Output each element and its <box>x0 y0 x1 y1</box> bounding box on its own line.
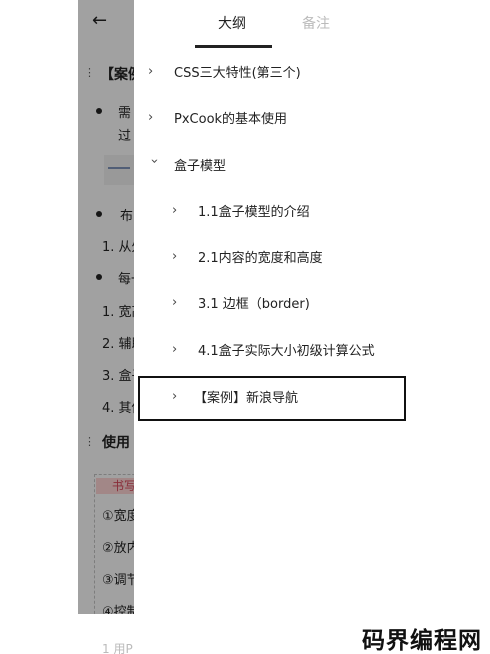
outline-item[interactable]: › 4.1盒子实际大小初级计算公式 <box>172 338 375 360</box>
chevron-right-icon: › <box>148 63 154 79</box>
outline-item-label: 2.1内容的宽度和高度 <box>198 250 323 266</box>
outline-item[interactable]: › 2.1内容的宽度和高度 <box>172 245 323 267</box>
outline-item-label: 盒子模型 <box>174 158 227 174</box>
outline-item-label: PxCook的基本使用 <box>174 111 288 127</box>
chevron-right-icon: › <box>148 109 154 125</box>
chevron-right-icon: › <box>172 202 178 218</box>
tab-notes[interactable]: 备注 <box>302 13 330 33</box>
outline-item-label: CSS三大特性(第三个) <box>174 65 301 81</box>
outline-item-label: 4.1盒子实际大小初级计算公式 <box>198 343 375 359</box>
tab-outline[interactable]: 大纲 <box>218 13 246 33</box>
outline-item[interactable]: › PxCook的基本使用 <box>148 106 287 128</box>
chevron-down-icon: › <box>146 158 162 164</box>
watermark: 码界编程网 <box>362 628 482 654</box>
chevron-right-icon: › <box>172 341 178 357</box>
chevron-right-icon: › <box>172 248 178 264</box>
dim-overlay[interactable] <box>78 0 140 614</box>
doc-text: 1 用P <box>102 642 133 654</box>
highlight-box <box>138 376 406 421</box>
outline-item[interactable]: › 盒子模型 <box>146 153 227 175</box>
outline-item[interactable]: › 3.1 边框（border) <box>172 291 310 313</box>
outline-item-label: 1.1盒子模型的介绍 <box>198 204 310 220</box>
outline-item[interactable]: › 1.1盒子模型的介绍 <box>172 199 310 221</box>
active-tab-indicator <box>195 45 272 48</box>
chevron-right-icon: › <box>172 294 178 310</box>
outline-item[interactable]: › CSS三大特性(第三个) <box>148 60 301 82</box>
drawer-tabs: 大纲 备注 <box>134 0 411 50</box>
outline-drawer: 大纲 备注 › CSS三大特性(第三个) › PxCook的基本使用 › 盒子模… <box>134 0 411 654</box>
left-gutter <box>0 0 78 614</box>
outline-item-label: 3.1 边框（border) <box>198 296 310 312</box>
